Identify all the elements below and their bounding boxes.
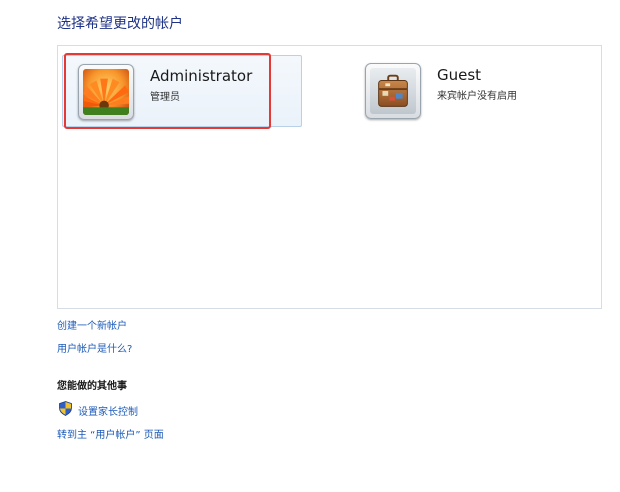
create-account-link[interactable]: 创建一个新帐户 bbox=[57, 317, 127, 332]
account-tile-guest[interactable]: Guest 来宾帐户没有启用 bbox=[350, 55, 590, 127]
avatar bbox=[365, 63, 421, 119]
parental-controls-link[interactable]: 设置家长控制 bbox=[78, 403, 138, 418]
flower-avatar-icon bbox=[83, 69, 129, 115]
account-role: 来宾帐户没有启用 bbox=[437, 91, 517, 102]
what-is-account-link[interactable]: 用户帐户是什么? bbox=[57, 340, 132, 355]
avatar bbox=[78, 64, 134, 120]
page-heading: 选择希望更改的帐户 bbox=[57, 16, 183, 32]
other-tasks-title: 您能做的其他事 bbox=[57, 381, 127, 392]
account-name: Guest bbox=[437, 66, 482, 84]
account-name: Administrator bbox=[150, 67, 253, 85]
accounts-list: Administrator 管理员 Guest 来宾帐户没有启用 bbox=[57, 45, 602, 309]
suitcase-avatar-icon bbox=[370, 68, 416, 114]
account-tile-administrator[interactable]: Administrator 管理员 bbox=[62, 55, 302, 127]
account-role: 管理员 bbox=[150, 92, 180, 103]
uac-shield-icon bbox=[59, 401, 72, 416]
goto-user-accounts-link[interactable]: 转到主 “用户帐户” 页面 bbox=[57, 426, 164, 441]
